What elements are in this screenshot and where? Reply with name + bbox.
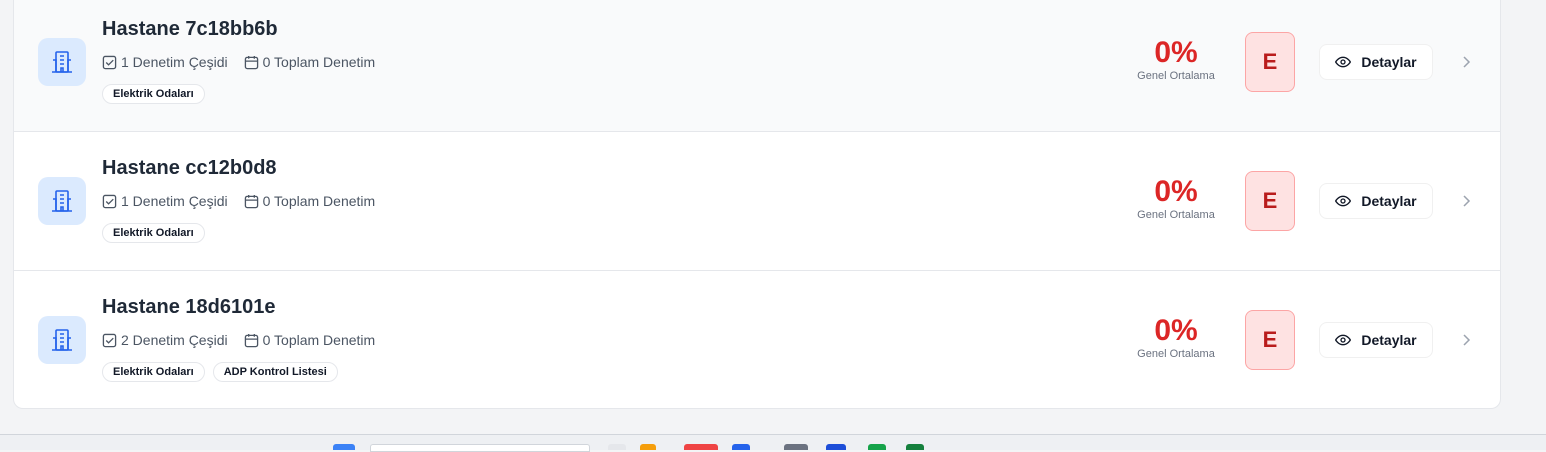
hospital-row[interactable]: Hastane cc12b0d8 1 Denetim Çeşidi 0 Topl… xyxy=(14,132,1500,271)
hospital-row[interactable]: Hastane 7c18bb6b 1 Denetim Çeşidi 0 Topl… xyxy=(14,0,1500,132)
details-button[interactable]: Detaylar xyxy=(1319,322,1433,358)
taskbar xyxy=(0,434,1546,452)
chevron-right-icon[interactable] xyxy=(1458,54,1474,70)
hospital-name: Hastane cc12b0d8 xyxy=(102,157,277,179)
checkbox-icon xyxy=(102,194,117,208)
chevron-right-icon[interactable] xyxy=(1458,193,1474,209)
score-value: 0% xyxy=(1154,175,1198,208)
total-audits: 0 Toplam Denetim xyxy=(244,54,375,70)
app-icon[interactable] xyxy=(684,444,718,450)
chevron-right-icon[interactable] xyxy=(1458,332,1474,348)
grade-badge: E xyxy=(1245,171,1295,231)
hospital-meta: 2 Denetim Çeşidi 0 Toplam Denetim xyxy=(102,332,375,348)
checkbox-icon xyxy=(102,55,117,69)
grade-badge: E xyxy=(1245,32,1295,92)
building-icon xyxy=(38,38,86,86)
tag-list: Elektrik Odaları xyxy=(102,223,205,243)
details-button[interactable]: Detaylar xyxy=(1319,44,1433,80)
total-audits: 0 Toplam Denetim xyxy=(244,193,375,209)
tag-list: Elektrik Odaları xyxy=(102,84,205,104)
hospital-row[interactable]: Hastane 18d6101e 2 Denetim Çeşidi 0 Topl… xyxy=(14,271,1500,408)
app-icon[interactable] xyxy=(784,444,808,450)
tag: Elektrik Odaları xyxy=(102,362,205,382)
audit-types: 1 Denetim Çeşidi xyxy=(102,54,228,70)
score-block: 0% Genel Ortalama xyxy=(1122,314,1230,361)
building-icon xyxy=(38,316,86,364)
eye-icon xyxy=(1335,195,1352,207)
score-label: Genel Ortalama xyxy=(1137,209,1215,221)
score-label: Genel Ortalama xyxy=(1137,70,1215,82)
calendar-icon xyxy=(244,194,258,208)
eye-icon xyxy=(1335,56,1352,68)
building-icon xyxy=(38,177,86,225)
score-block: 0% Genel Ortalama xyxy=(1122,36,1230,83)
checkbox-icon xyxy=(102,333,117,347)
score-block: 0% Genel Ortalama xyxy=(1122,175,1230,222)
app-icon[interactable] xyxy=(826,444,846,450)
app-icon[interactable] xyxy=(608,444,626,450)
tag: Elektrik Odaları xyxy=(102,223,205,243)
audit-types: 1 Denetim Çeşidi xyxy=(102,193,228,209)
total-audits: 0 Toplam Denetim xyxy=(244,332,375,348)
calendar-icon xyxy=(244,55,258,69)
calendar-icon xyxy=(244,333,258,347)
score-value: 0% xyxy=(1154,36,1198,69)
taskbar-search[interactable] xyxy=(370,444,590,452)
hospital-name: Hastane 18d6101e xyxy=(102,296,276,318)
start-icon[interactable] xyxy=(333,444,355,450)
hospital-meta: 1 Denetim Çeşidi 0 Toplam Denetim xyxy=(102,54,375,70)
app-icon[interactable] xyxy=(906,444,924,450)
score-label: Genel Ortalama xyxy=(1137,348,1215,360)
hospital-meta: 1 Denetim Çeşidi 0 Toplam Denetim xyxy=(102,193,375,209)
audit-types: 2 Denetim Çeşidi xyxy=(102,332,228,348)
tag: Elektrik Odaları xyxy=(102,84,205,104)
tag-list: Elektrik Odaları ADP Kontrol Listesi xyxy=(102,362,338,382)
eye-icon xyxy=(1335,334,1352,346)
hospital-name: Hastane 7c18bb6b xyxy=(102,18,278,40)
folder-icon[interactable] xyxy=(640,444,656,450)
app-icon[interactable] xyxy=(732,444,750,450)
grade-badge: E xyxy=(1245,310,1295,370)
app-icon[interactable] xyxy=(868,444,886,450)
hospital-list: Hastane 7c18bb6b 1 Denetim Çeşidi 0 Topl… xyxy=(13,0,1501,409)
score-value: 0% xyxy=(1154,314,1198,347)
tag: ADP Kontrol Listesi xyxy=(212,362,338,382)
details-button[interactable]: Detaylar xyxy=(1319,183,1433,219)
